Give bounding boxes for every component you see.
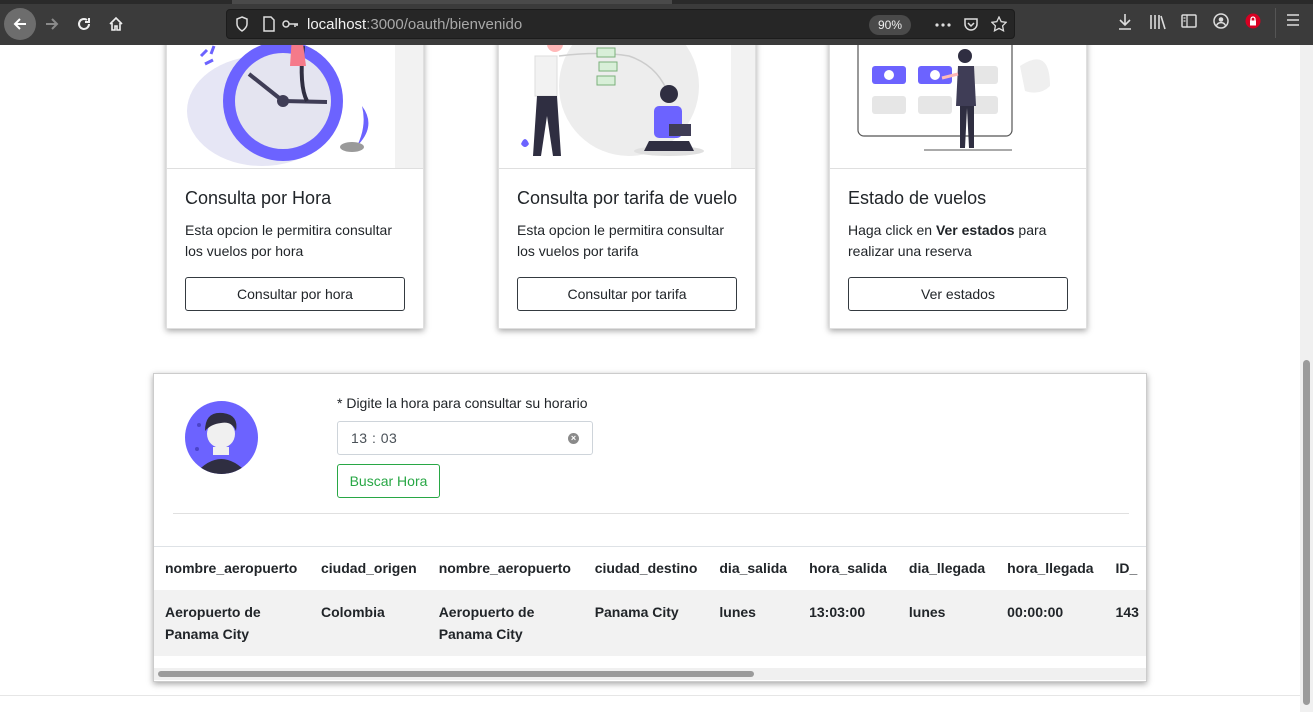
column-header: nombre_aeropuerto <box>427 546 584 590</box>
url-host: localhost <box>307 16 367 33</box>
page-icon <box>263 16 275 32</box>
forward-button[interactable] <box>37 9 67 39</box>
cell-text: Aeropuerto de Panama City <box>438 603 535 642</box>
results-table-container[interactable]: nombre_aeropuerto ciudad_origen nombre_a… <box>154 546 1146 656</box>
zoom-level[interactable]: 90% <box>869 15 911 35</box>
time-input[interactable]: 13 : 03 × <box>337 421 593 455</box>
column-header: ID_ <box>1104 546 1146 590</box>
hour-field-label: * Digite la hora para consultar su horar… <box>337 395 588 411</box>
table-cell: lunes <box>708 589 799 656</box>
column-header: dia_salida <box>708 546 799 590</box>
column-header: ciudad_origen <box>310 546 428 590</box>
lock-extension-icon[interactable] <box>1245 13 1261 29</box>
table-cell: 00:00:00 <box>996 589 1105 656</box>
card-text-bold: Ver estados <box>935 222 1015 238</box>
card-text: Esta opcion le permitira consultar los v… <box>517 222 724 259</box>
scrollbar-thumb[interactable] <box>158 671 754 677</box>
clear-icon[interactable]: × <box>568 433 579 444</box>
downloads-icon[interactable] <box>1117 13 1133 31</box>
results-table: nombre_aeropuerto ciudad_origen nombre_a… <box>154 546 1146 656</box>
page-content: Consulta por Hora Esta opcion le permiti… <box>0 45 1300 712</box>
column-header: ciudad_destino <box>583 546 709 590</box>
card-title: Consulta por Hora <box>185 188 332 208</box>
vertical-scrollbar[interactable] <box>1300 45 1313 712</box>
card-consulta-hora: Consulta por Hora Esta opcion le permiti… <box>166 45 424 329</box>
time-value[interactable]: 13 : 03 <box>351 430 397 446</box>
card-text: Esta opcion le permitira consultar los v… <box>185 222 392 259</box>
table-cell: lunes <box>897 589 997 656</box>
url-text[interactable]: localhost:3000/oauth/bienvenido <box>307 16 522 33</box>
shield-icon[interactable] <box>235 16 249 32</box>
sidebar-icon[interactable] <box>1181 13 1197 29</box>
table-row: Aeropuerto de Panama City Colombia Aerop… <box>154 589 1146 656</box>
payment-illustration <box>499 45 755 169</box>
clock-illustration <box>167 45 423 169</box>
status-board-illustration <box>830 45 1086 169</box>
card-estado-vuelos: Estado de vuelos Haga click en Ver estad… <box>829 45 1087 329</box>
url-path: :3000/oauth/bienvenido <box>366 16 523 33</box>
home-icon <box>109 16 123 31</box>
card-title: Consulta por tarifa de vuelo <box>517 188 738 208</box>
buscar-hora-button[interactable]: Buscar Hora <box>337 464 440 498</box>
footer-divider <box>0 695 1300 696</box>
card-text: Haga click en Ver estados para realizar … <box>848 220 1073 262</box>
arrow-left-icon <box>13 18 26 30</box>
column-header: hora_salida <box>798 546 898 590</box>
card-consulta-tarifa: Consulta por tarifa de vuelo Esta opcion… <box>498 45 756 329</box>
avatar <box>185 401 258 474</box>
table-header-row: nombre_aeropuerto ciudad_origen nombre_a… <box>154 546 1146 590</box>
card-title: Estado de vuelos <box>848 188 987 208</box>
cell-text: Aeropuerto de Panama City <box>165 603 261 642</box>
column-header: nombre_aeropuerto <box>154 546 310 590</box>
table-cell: Panama City <box>583 589 709 656</box>
menu-icon[interactable] <box>1286 13 1300 27</box>
table-cell: 13:03:00 <box>798 589 898 656</box>
library-icon[interactable] <box>1149 13 1167 31</box>
account-icon[interactable] <box>1213 13 1229 29</box>
reload-button[interactable] <box>69 9 99 39</box>
hour-query-panel: * Digite la hora para consultar su horar… <box>153 373 1147 682</box>
card-text-before: Haga click en <box>848 222 936 238</box>
home-button[interactable] <box>101 9 131 39</box>
tab-strip <box>0 0 1313 4</box>
consultar-por-tarifa-button[interactable]: Consultar por tarifa <box>517 277 737 311</box>
column-header: hora_llegada <box>996 546 1105 590</box>
bookmark-star-icon[interactable] <box>991 16 1007 32</box>
pocket-icon[interactable] <box>963 16 979 32</box>
horizontal-scrollbar[interactable] <box>154 668 1146 680</box>
active-tab[interactable] <box>232 0 672 4</box>
browser-toolbar: localhost:3000/oauth/bienvenido 90% <box>0 0 1313 45</box>
table-cell: 143 <box>1104 589 1146 656</box>
divider <box>173 513 1129 514</box>
reload-icon <box>78 18 90 30</box>
scrollbar-thumb[interactable] <box>1303 360 1310 705</box>
table-cell: Aeropuerto de Panama City <box>154 589 310 656</box>
table-cell: Aeropuerto de Panama City <box>427 589 584 656</box>
consultar-por-hora-button[interactable]: Consultar por hora <box>185 277 405 311</box>
more-actions-icon[interactable] <box>935 23 951 27</box>
arrow-right-icon <box>46 18 59 30</box>
ver-estados-button[interactable]: Ver estados <box>848 277 1068 311</box>
back-button[interactable] <box>4 8 36 40</box>
column-header: dia_llegada <box>897 546 997 590</box>
toolbar-separator <box>1275 8 1276 38</box>
key-icon[interactable] <box>281 16 299 32</box>
table-cell: Colombia <box>310 589 428 656</box>
url-bar[interactable]: localhost:3000/oauth/bienvenido 90% <box>226 9 1015 39</box>
